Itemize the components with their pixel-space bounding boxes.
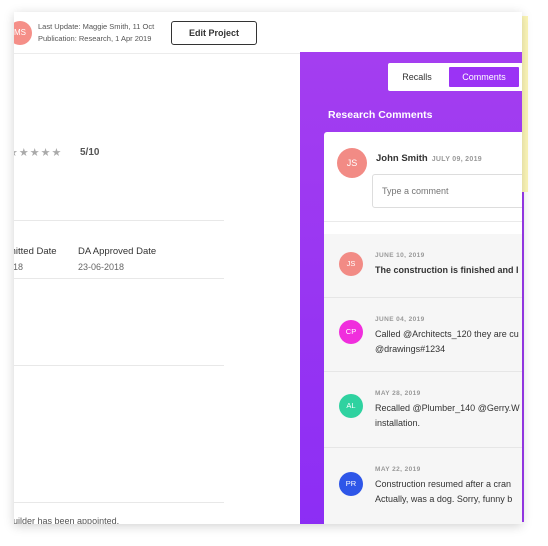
author-date: JULY 09, 2019 bbox=[431, 156, 482, 163]
submitted-date-value: 018 bbox=[14, 262, 24, 272]
list-item: AL MAY 28, 2019 Recalled @Plumber_140 @G… bbox=[324, 372, 522, 448]
avatar: CP bbox=[339, 320, 363, 344]
avatar: JS bbox=[337, 148, 367, 178]
divider bbox=[14, 502, 224, 503]
star-rating-icon: ★★★★★ bbox=[14, 147, 63, 159]
comment-text: Recalled @Plumber_140 @Gerry.W bbox=[375, 403, 520, 413]
new-comment-form: JS John Smith JULY 09, 2019 bbox=[324, 132, 522, 222]
submitted-date-header: mitted Date bbox=[14, 246, 57, 257]
comment-date: MAY 28, 2019 bbox=[375, 390, 421, 397]
comment-date: MAY 22, 2019 bbox=[375, 466, 421, 473]
comment-author: John Smith JULY 09, 2019 bbox=[376, 153, 482, 164]
comment-text: Actually, was a dog. Sorry, funny b bbox=[375, 494, 513, 504]
da-approved-date-value: 23-06-2018 bbox=[78, 262, 125, 272]
tab-comments[interactable]: Comments bbox=[449, 67, 519, 87]
avatar: MS bbox=[14, 21, 32, 45]
avatar: PR bbox=[339, 472, 363, 496]
project-window: MS Last Update: Maggie Smith, 11 Oct Pub… bbox=[14, 12, 522, 524]
list-item: CP JUNE 04, 2019 Called @Architects_120 … bbox=[324, 298, 522, 372]
comment-date: JUNE 04, 2019 bbox=[375, 316, 425, 323]
comments-panel: Recalls Comments Research Comments JS Jo… bbox=[300, 52, 522, 524]
avatar: AL bbox=[339, 394, 363, 418]
list-item: JS JUNE 10, 2019 The construction is fin… bbox=[324, 234, 522, 298]
publication-text: Publication: Research, 1 Apr 2019 bbox=[38, 34, 152, 43]
panel-title: Research Comments bbox=[328, 109, 433, 121]
divider bbox=[14, 278, 224, 279]
comment-text: The construction is finished and I bbox=[375, 265, 519, 275]
project-header: MS Last Update: Maggie Smith, 11 Oct Pub… bbox=[14, 12, 300, 54]
comment-text: installation. bbox=[375, 418, 421, 428]
rating-value: 5/10 bbox=[80, 147, 100, 158]
comment-date: JUNE 10, 2019 bbox=[375, 252, 425, 259]
divider bbox=[14, 220, 224, 221]
status-text: builder has been appointed. bbox=[14, 516, 120, 524]
list-item: PR MAY 22, 2019 Construction resumed aft… bbox=[324, 448, 522, 524]
divider bbox=[14, 365, 224, 366]
comment-text: Called @Architects_120 they are cu bbox=[375, 329, 519, 339]
author-name: John Smith bbox=[376, 153, 428, 164]
da-approved-date-header: DA Approved Date bbox=[78, 246, 157, 257]
panel-tabs: Recalls Comments bbox=[388, 63, 522, 91]
tab-recalls[interactable]: Recalls bbox=[388, 63, 446, 91]
comment-text: Construction resumed after a cran bbox=[375, 479, 512, 489]
comments-list: JS John SmithJULY 09, 2019 JS JUNE 10, 2… bbox=[324, 132, 522, 524]
comment-text: @drawings#1234 bbox=[375, 344, 446, 354]
last-update-text: Last Update: Maggie Smith, 11 Oct bbox=[38, 22, 155, 31]
comment-input[interactable] bbox=[372, 174, 522, 208]
avatar: JS bbox=[339, 252, 363, 276]
edit-project-button[interactable]: Edit Project bbox=[171, 21, 257, 45]
